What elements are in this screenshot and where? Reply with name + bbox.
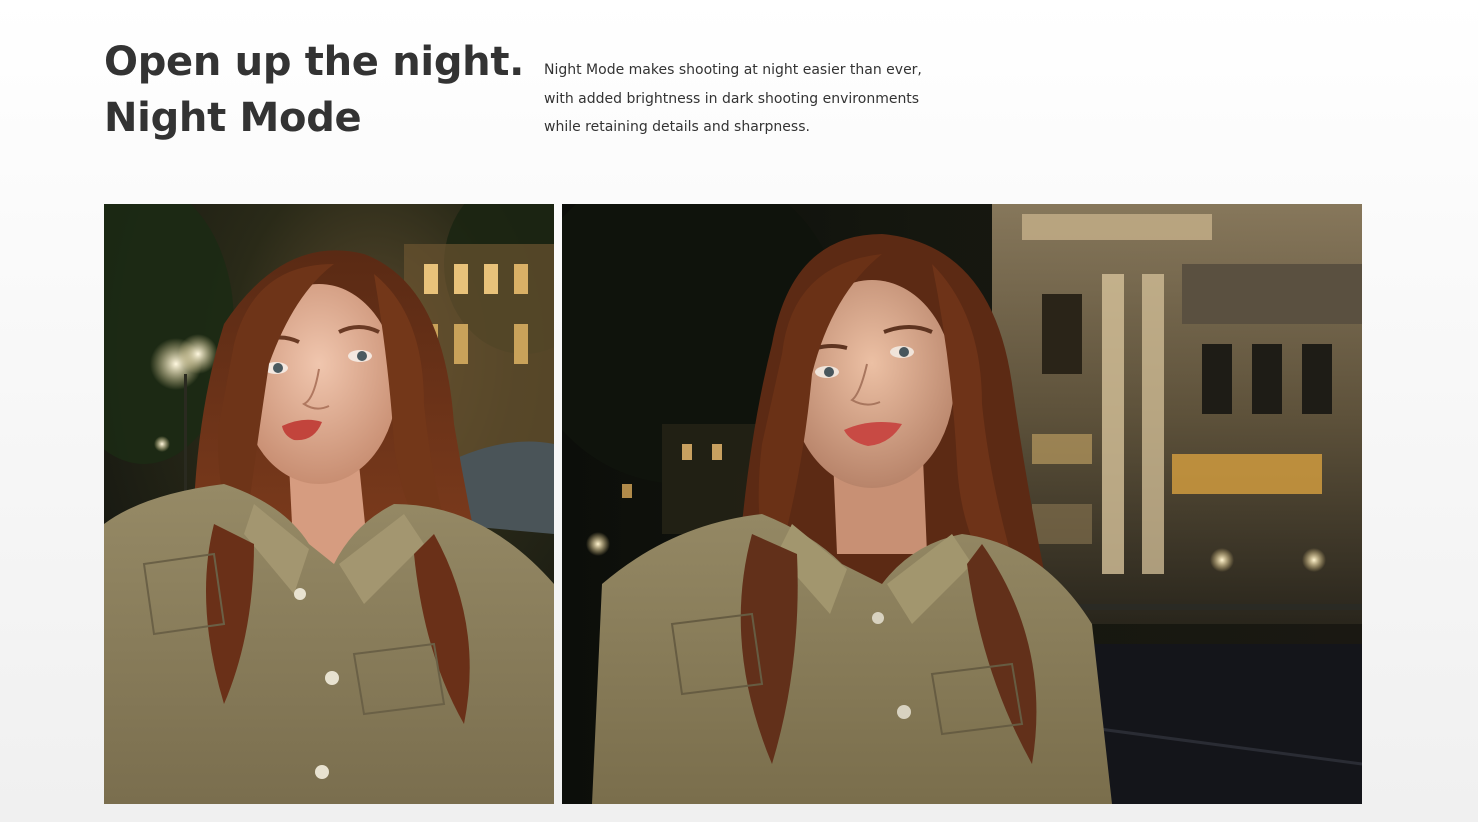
left-photo-illustration <box>104 204 554 804</box>
description-line-2: with added brightness in dark shooting e… <box>544 90 920 107</box>
headline-line-2: Night Mode <box>104 95 362 141</box>
description-line-1: Night Mode makes shooting at night easie… <box>544 62 922 78</box>
section-description: Night Mode makes shooting at night easie… <box>544 56 964 142</box>
section-headline: Open up the night. Night Mode <box>104 34 524 146</box>
right-photo-illustration <box>562 204 1362 804</box>
description-line-3: while retaining details and sharpness. <box>544 119 810 135</box>
left-photo <box>104 204 554 804</box>
headline-line-1: Open up the night. <box>104 39 525 85</box>
right-photo <box>562 204 1362 804</box>
